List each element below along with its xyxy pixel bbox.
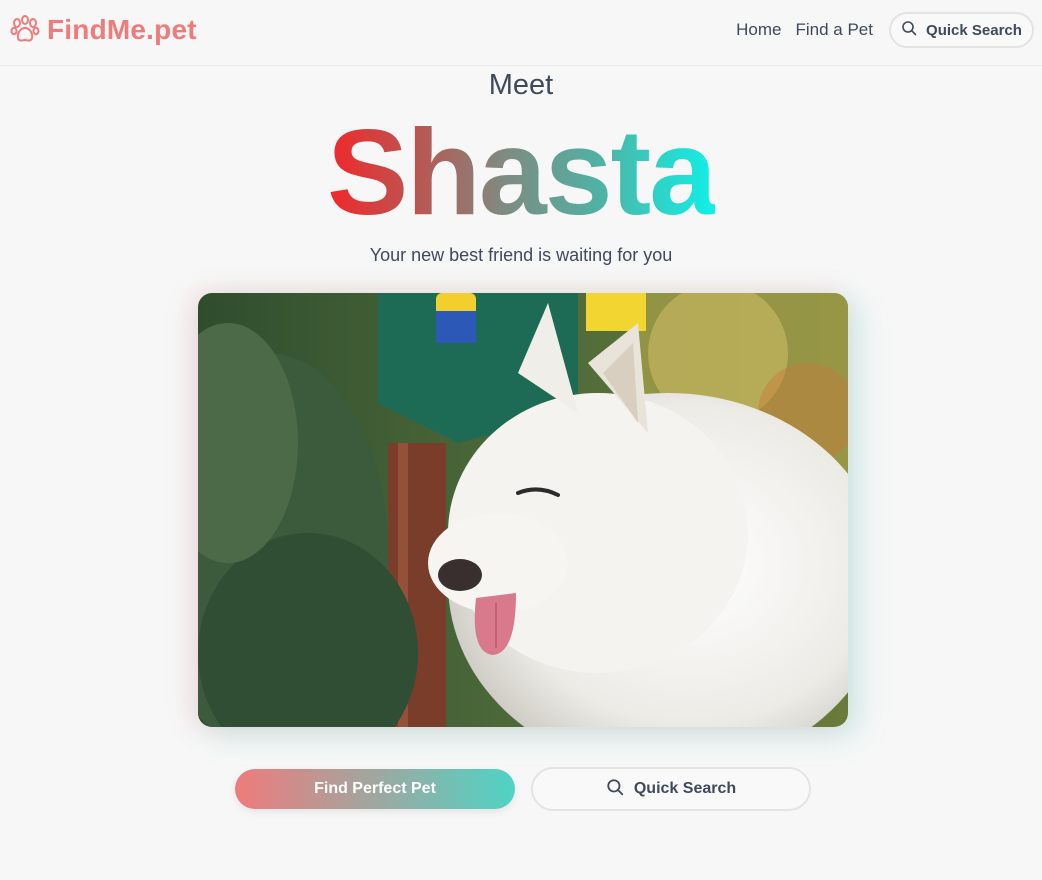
brand-logo-link[interactable]: FindMe.pet	[9, 12, 197, 48]
top-navbar: FindMe.pet Home Find a Pet Quick Search	[0, 0, 1042, 66]
nav-menu: Home Find a Pet Quick Search	[729, 11, 1034, 49]
pet-name: Shasta	[326, 104, 717, 240]
pet-photo	[198, 293, 848, 727]
nav-quick-search-label: Quick Search	[926, 21, 1022, 39]
nav-find-a-pet-link[interactable]: Find a Pet	[789, 11, 881, 49]
find-perfect-pet-button[interactable]: Find Perfect Pet	[235, 769, 515, 809]
paw-icon	[9, 14, 41, 46]
hero-tagline: Your new best friend is waiting for you	[369, 245, 673, 265]
meet-heading: Meet	[488, 69, 554, 101]
brand-name: FindMe.pet	[47, 14, 197, 45]
search-icon	[606, 778, 624, 801]
search-icon	[901, 20, 917, 40]
nav-home-link[interactable]: Home	[729, 11, 788, 49]
quick-search-label: Quick Search	[633, 780, 737, 797]
quick-search-button[interactable]: Quick Search	[531, 767, 811, 811]
nav-quick-search-button[interactable]: Quick Search	[889, 12, 1034, 48]
pet-name-heading: Shasta	[0, 106, 1042, 238]
